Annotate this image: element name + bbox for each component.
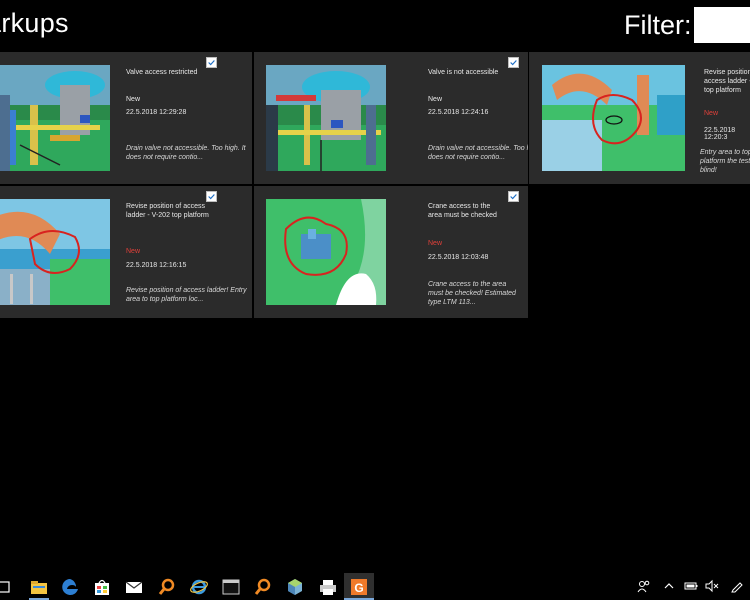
terminal-icon[interactable]: [221, 577, 241, 597]
card-timestamp: 22.5.2018 12:29:28: [126, 109, 187, 116]
card-timestamp: 22.5.2018 12:20:3: [704, 127, 736, 141]
card-timestamp: 22.5.2018 12:03:48: [428, 254, 489, 261]
app-cube-icon[interactable]: [285, 577, 305, 597]
status-badge: New: [428, 96, 443, 103]
markup-thumbnail: [0, 65, 110, 171]
status-badge: New: [126, 248, 141, 255]
markup-card[interactable]: Revise position of access ladder - V top…: [529, 52, 750, 184]
mail-icon[interactable]: [124, 577, 144, 597]
markup-card[interactable]: Revise position of access ladder - V-202…: [0, 186, 252, 318]
select-checkbox[interactable]: [508, 57, 519, 68]
status-badge: New: [126, 96, 141, 103]
filter-input[interactable]: [694, 7, 750, 43]
search-app-icon[interactable]: [157, 577, 177, 597]
card-title: Revise position of access ladder - V top…: [704, 69, 750, 94]
filter-label: Filter:: [624, 10, 692, 40]
edge-icon[interactable]: [60, 577, 80, 597]
markup-thumbnail: [542, 65, 685, 171]
markup-thumbnail: [266, 199, 386, 305]
people-icon[interactable]: [637, 579, 651, 593]
markup-thumbnail: [266, 65, 386, 171]
card-timestamp: 22.5.2018 12:16:15: [126, 262, 187, 269]
markup-app-icon[interactable]: G: [349, 577, 369, 597]
taskbar: G: [0, 573, 750, 600]
store-icon[interactable]: [92, 577, 112, 597]
select-checkbox[interactable]: [508, 191, 519, 202]
markup-card[interactable]: Crane access to the area must be checked…: [254, 186, 528, 318]
markup-thumbnail: [0, 199, 110, 305]
speaker-mute-icon[interactable]: [705, 579, 719, 593]
markup-card[interactable]: Valve access restricted New 22.5.2018 12…: [0, 52, 252, 184]
task-view-icon[interactable]: [0, 577, 16, 597]
svg-text:G: G: [354, 581, 363, 595]
select-checkbox[interactable]: [206, 191, 217, 202]
header: arkups Filter:: [0, 0, 750, 52]
internet-explorer-icon[interactable]: [189, 577, 209, 597]
page-title: arkups: [0, 8, 69, 38]
search-app-2-icon[interactable]: [253, 577, 273, 597]
status-badge: New: [704, 110, 719, 117]
card-title: Crane access to the area must be checked: [428, 203, 497, 219]
chevron-up-icon[interactable]: [662, 579, 676, 593]
select-checkbox[interactable]: [206, 57, 217, 68]
card-description: Crane access to the area must be checked…: [428, 281, 516, 306]
card-title: Valve is not accessible: [428, 69, 499, 76]
markup-card[interactable]: Valve is not accessible New 22.5.2018 12…: [254, 52, 528, 184]
card-timestamp: 22.5.2018 12:24:16: [428, 109, 489, 116]
pen-icon[interactable]: [730, 579, 744, 593]
card-title: Valve access restricted: [126, 69, 198, 76]
battery-icon[interactable]: [684, 579, 698, 593]
status-badge: New: [428, 240, 443, 247]
printer-icon[interactable]: [318, 577, 338, 597]
card-description: Entry area to top platform the test blin…: [700, 149, 750, 174]
card-description: Drain valve not accessible. Too high. It…: [126, 145, 246, 161]
card-title: Revise position of access ladder - V-202…: [126, 203, 209, 219]
file-explorer-icon[interactable]: [29, 577, 49, 597]
card-description: Drain valve not accessible. Too high. It…: [428, 145, 528, 161]
card-description: Revise position of access ladder! Entry …: [126, 287, 247, 303]
